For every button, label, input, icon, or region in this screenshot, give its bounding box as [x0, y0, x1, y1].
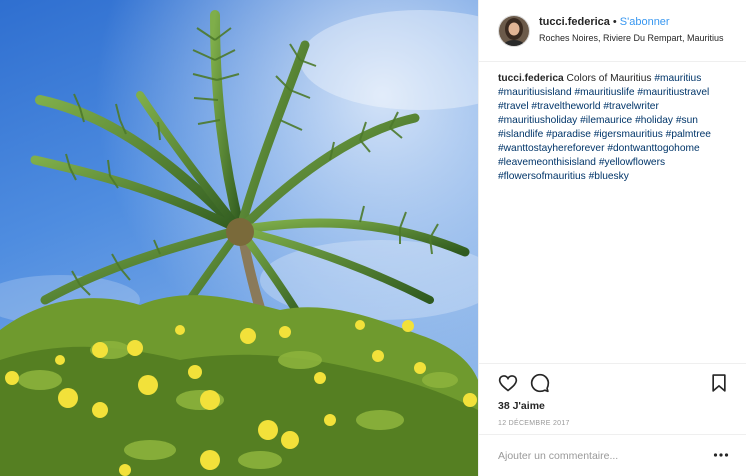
heart-icon[interactable] [498, 373, 518, 393]
hashtag-link[interactable]: #yellowflowers [599, 157, 665, 168]
hashtag-link[interactable]: #traveltheworld [531, 101, 600, 112]
action-bar [479, 363, 746, 403]
hashtag-link[interactable]: #travelwriter [603, 101, 658, 112]
post-sidebar: tucci.federica • S'abonner Roches Noires, … [478, 0, 746, 476]
caption-text: Colors of Mauritius [566, 73, 652, 84]
user-line: tucci.federica • S'abonner [539, 16, 670, 28]
location-link[interactable]: Roches Noires, Riviere Du Rempart, Mauri… [539, 33, 731, 43]
hashtag-link[interactable]: #dontwanttogohome [607, 143, 699, 154]
avatar-image [499, 16, 529, 46]
hashtag-link[interactable]: #flowersofmauritius [498, 171, 586, 182]
caption-hashtags: #mauritius #mauritiusisland #mauritiusli… [498, 73, 711, 182]
hashtag-link[interactable]: #islandlife [498, 129, 543, 140]
post-date[interactable]: 12 DÉCEMBRE 2017 [498, 420, 570, 427]
hashtag-link[interactable]: #igersmauritius [594, 129, 663, 140]
hashtag-link[interactable]: #paradise [546, 129, 591, 140]
hashtag-link[interactable]: #mauritiuslife [574, 87, 634, 98]
bookmark-icon[interactable] [709, 373, 729, 393]
hashtag-link[interactable]: #palmtree [666, 129, 711, 140]
hashtag-link[interactable]: #travel [498, 101, 529, 112]
hashtag-link[interactable]: #wanttostayhereforever [498, 143, 604, 154]
post-caption: tucci.federica Colors of Mauritius #maur… [498, 72, 734, 184]
hashtag-link[interactable]: #holiday [635, 115, 673, 126]
caption-username[interactable]: tucci.federica [498, 73, 564, 84]
post-photo[interactable] [0, 0, 478, 476]
username-link[interactable]: tucci.federica [539, 16, 610, 28]
separator-dot: • [612, 16, 617, 28]
hashtag-link[interactable]: #sun [676, 115, 698, 126]
palm-tree-photo [0, 0, 478, 476]
hashtag-link[interactable]: #mauritiustravel [637, 87, 709, 98]
hashtag-link[interactable]: #mauritiusisland [498, 87, 572, 98]
comment-bar [479, 434, 746, 476]
hashtag-link[interactable]: #leavemeonthisisland [498, 157, 596, 168]
avatar[interactable] [498, 15, 530, 47]
comment-icon[interactable] [530, 373, 550, 393]
follow-button[interactable]: S'abonner [620, 16, 670, 28]
post-header: tucci.federica • S'abonner Roches Noires, … [479, 0, 746, 62]
hashtag-link[interactable]: #mauritius [654, 73, 701, 84]
hashtag-link[interactable]: #bluesky [589, 171, 629, 182]
hashtag-link[interactable]: #mauritiusholiday [498, 115, 577, 126]
comment-input[interactable] [498, 447, 698, 465]
likes-count[interactable]: 38 J'aime [498, 400, 545, 412]
hashtag-link[interactable]: #ilemaurice [580, 115, 632, 126]
more-options-icon[interactable] [713, 449, 729, 461]
